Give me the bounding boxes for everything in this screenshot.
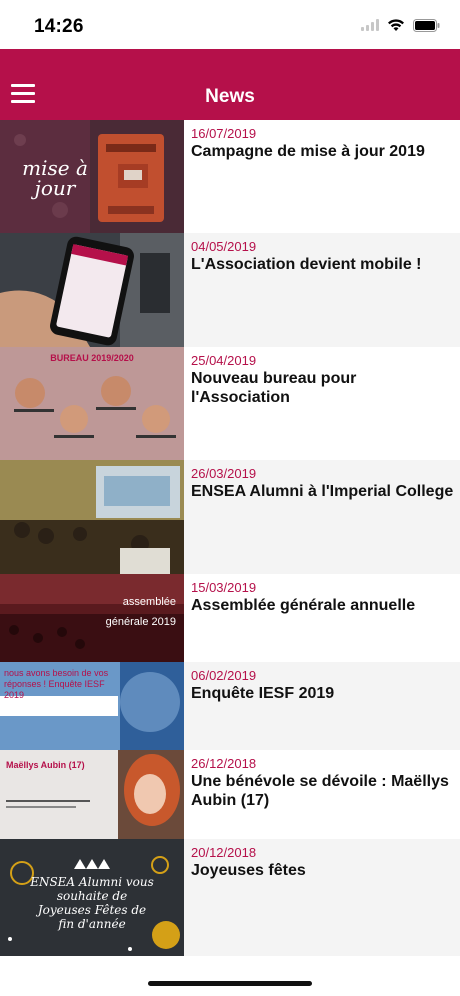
wifi-icon xyxy=(388,19,404,31)
status-icons xyxy=(361,18,440,32)
home-indicator[interactable] xyxy=(148,981,312,986)
news-title: Une bénévole se dévoile : Maëllys Aubin … xyxy=(191,773,449,809)
news-item[interactable]: nous avons besoin de vos réponses ! Enqu… xyxy=(0,662,460,750)
news-date: 26/12/2018 xyxy=(191,756,257,771)
thumbnail-caption: nous avons besoin de vos réponses ! Enqu… xyxy=(4,668,109,700)
news-date: 16/07/2019 xyxy=(191,126,257,141)
news-title: ENSEA Alumni à l'Imperial College xyxy=(191,483,454,500)
news-thumbnail xyxy=(0,460,184,574)
news-item[interactable]: assemblée générale 2019 15/03/2019 Assem… xyxy=(0,574,460,662)
news-thumbnail xyxy=(0,233,184,347)
news-item[interactable]: BUREAU 2019/2020 25/04/2019 Nouveau bure… xyxy=(0,347,460,460)
status-time: 14:26 xyxy=(34,16,84,37)
status-bar: 14:26 xyxy=(0,0,460,49)
thumbnail-caption: BUREAU 2019/2020 xyxy=(50,353,134,363)
news-item[interactable]: Maëllys Aubin (17) 26/12/2018 Une bénévo… xyxy=(0,750,460,839)
news-item[interactable]: mise à jour 16/07/2019 Campagne de mise … xyxy=(0,120,460,233)
news-title: Joyeuses fêtes xyxy=(191,862,306,879)
news-date: 25/04/2019 xyxy=(191,353,257,368)
news-title: L'Association devient mobile ! xyxy=(191,256,422,273)
page-title: News xyxy=(205,86,255,107)
news-title: Assemblée générale annuelle xyxy=(191,597,416,614)
news-date: 26/03/2019 xyxy=(191,466,257,481)
thumbnail-caption: ENSEA Alumni vous souhaite de Joyeuses F… xyxy=(30,875,154,931)
thumbnail-caption: Maëllys Aubin (17) xyxy=(6,760,85,770)
news-date: 04/05/2019 xyxy=(191,239,257,254)
news-item[interactable]: ENSEA Alumni vous souhaite de Joyeuses F… xyxy=(0,839,460,956)
news-thumbnail xyxy=(0,347,184,460)
news-date: 20/12/2018 xyxy=(191,845,257,860)
news-item[interactable]: 26/03/2019 ENSEA Alumni à l'Imperial Col… xyxy=(0,460,460,574)
news-item[interactable]: 04/05/2019 L'Association devient mobile … xyxy=(0,233,460,347)
news-date: 06/02/2019 xyxy=(191,668,257,683)
signal-icon xyxy=(361,19,379,31)
thumbnail-caption: mise à jour xyxy=(22,156,88,200)
thumbnail-caption: assemblée générale 2019 xyxy=(105,596,176,628)
news-date: 15/03/2019 xyxy=(191,580,257,595)
news-title: Nouveau bureau pour l'Association xyxy=(191,370,357,406)
app-header xyxy=(0,49,460,120)
news-title: Campagne de mise à jour 2019 xyxy=(191,143,425,160)
battery-icon xyxy=(413,18,440,32)
news-title: Enquête IESF 2019 xyxy=(191,685,335,702)
